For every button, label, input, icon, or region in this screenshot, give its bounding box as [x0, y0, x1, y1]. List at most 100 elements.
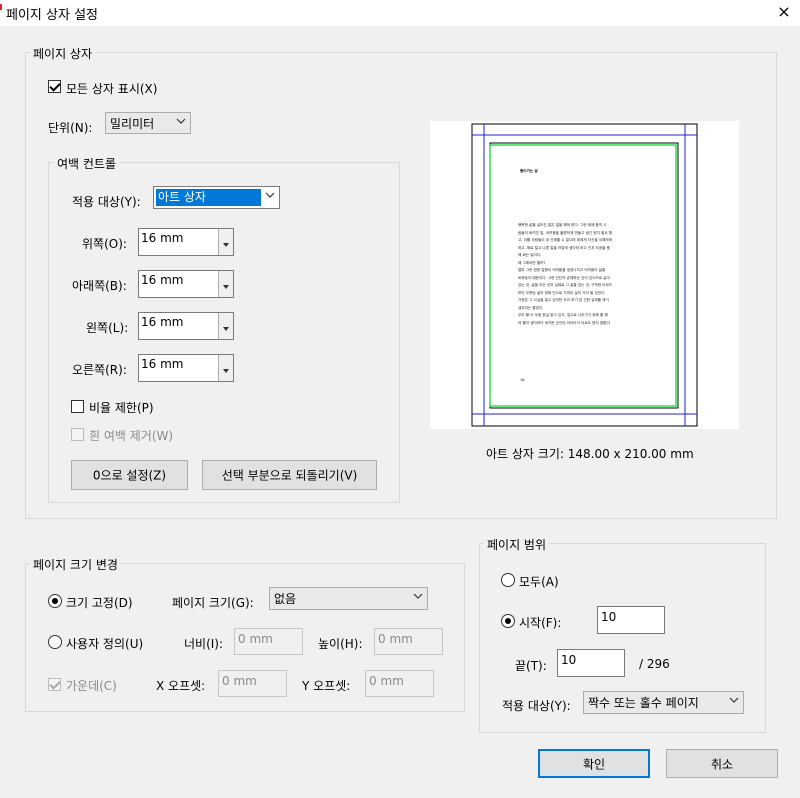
- preview-line: 바꿔놓지 때문이다. 그런 단단히 존재하는 것이 있으므로 살아: [518, 275, 610, 280]
- ok-label: 확인: [582, 757, 606, 771]
- show-all-boxes-checkbox[interactable]: [48, 80, 61, 93]
- margin-left-label: 왼쪽(L):: [86, 321, 129, 335]
- unit-select-value: 밀리미터: [110, 117, 155, 131]
- apply-to-label: 적용 대상(Y):: [72, 195, 141, 209]
- page-size-group-label: 페이지 크기 변경: [30, 556, 121, 573]
- height-input[interactable]: 0 mm: [374, 628, 443, 655]
- set-to-zero-button[interactable]: 0으로 설정(Z): [71, 460, 188, 490]
- y-offset-value: 0 mm: [369, 674, 404, 688]
- cancel-button[interactable]: 취소: [666, 749, 778, 778]
- preview-line: 우리 할 이 우음 한실 말고 있고, 앞으로 나아가기 위해 할 해: [518, 313, 608, 317]
- fixed-size-radio[interactable]: [48, 594, 62, 608]
- preview-body: 행복한 삶을 살아간 많은 일을 해야 한다. 그런 데에 움직 시 람들이 버…: [518, 222, 650, 362]
- margin-right-label: 오른쪽(R):: [72, 363, 127, 377]
- margin-top-label: 위쪽(O):: [82, 237, 127, 251]
- height-label: 높이(H):: [318, 637, 363, 651]
- page-size-select[interactable]: 없음: [269, 587, 428, 610]
- app-marker: [0, 4, 2, 10]
- to-page-input[interactable]: 10: [557, 649, 625, 677]
- ok-button[interactable]: 확인: [538, 749, 650, 778]
- page-boxes-group-label: 페이지 상자: [30, 45, 96, 62]
- spin-down-icon[interactable]: [218, 362, 233, 381]
- close-icon[interactable]: ×: [774, 1, 794, 23]
- margin-top-stepper[interactable]: 16 mm: [138, 228, 234, 256]
- spin-down-icon[interactable]: [218, 236, 233, 255]
- width-label: 너비(I):: [184, 637, 224, 651]
- remove-white-margins-label: 흰 여백 제거(W): [89, 429, 174, 443]
- chevron-down-icon: [176, 118, 186, 124]
- from-page-input[interactable]: 10: [597, 606, 665, 634]
- chevron-down-icon: [265, 192, 275, 198]
- y-offset-label: Y 오프셋:: [302, 679, 351, 693]
- preview-line: 야 할지 생각보다 세거운 순간이 아이아서 이로도 뭔지 얼함이: [518, 320, 610, 325]
- fixed-size-label: 크기 고정(D): [66, 596, 133, 610]
- spin-down-icon[interactable]: [218, 278, 233, 297]
- preview-page-number: 16: [520, 378, 525, 382]
- unit-select[interactable]: 밀리미터: [105, 112, 191, 134]
- cancel-label: 취소: [710, 757, 734, 771]
- margin-left-value: 16 mm: [141, 315, 184, 329]
- margin-bottom-stepper[interactable]: 16 mm: [138, 270, 234, 298]
- height-value: 0 mm: [378, 632, 413, 646]
- custom-size-label: 사용자 정의(U): [66, 637, 144, 651]
- chevron-down-icon: [729, 697, 739, 703]
- preview-line: 행복한 삶을 살아간 많은 일을 해야 한다. 그런 데에 움직 시: [518, 223, 607, 227]
- margin-controls-group-label: 여백 컨트롤: [54, 155, 120, 172]
- margin-bottom-value: 16 mm: [141, 273, 184, 287]
- page-range-group-label: 페이지 범위: [484, 536, 550, 553]
- constrain-proportions-checkbox[interactable]: [71, 400, 84, 413]
- preview-line: 해 회는 일이다.: [518, 253, 542, 257]
- margin-right-stepper[interactable]: 16 mm: [138, 354, 234, 382]
- apply-to-select[interactable]: 아트 상자: [153, 186, 280, 209]
- width-value: 0 mm: [238, 632, 273, 646]
- constrain-proportions-label: 비율 제한(P): [89, 401, 154, 415]
- x-offset-input[interactable]: 0 mm: [218, 670, 287, 697]
- to-page-value: 10: [561, 653, 577, 667]
- all-pages-label: 모두(A): [519, 575, 559, 589]
- remove-white-margins-checkbox[interactable]: [71, 428, 84, 441]
- center-label: 가운데(C): [66, 679, 117, 693]
- page-preview: 들어가는 말 행복한 삶을 살아간 많은 일을 해야 한다. 그런 데에 움직 …: [430, 121, 739, 429]
- revert-to-selection-label: 선택 부분으로 되돌리기(V): [221, 468, 358, 483]
- apply-to-select-value: 아트 상자: [158, 190, 206, 204]
- margin-top-value: 16 mm: [141, 231, 184, 245]
- from-page-value: 10: [601, 610, 617, 624]
- to-page-label: 끝(T):: [515, 659, 547, 673]
- width-input[interactable]: 0 mm: [234, 628, 303, 655]
- preview-line: 있는 것, 삶을 이는 것과 실제로 그 삶을 있는 것, 구하한 아르드: [518, 283, 613, 287]
- y-offset-input[interactable]: 0 mm: [365, 670, 434, 697]
- from-page-label: 시작(F):: [519, 616, 562, 630]
- margin-bottom-label: 아래쪽(B):: [72, 279, 127, 293]
- margin-left-stepper[interactable]: 16 mm: [138, 312, 234, 340]
- margin-right-value: 16 mm: [141, 357, 184, 371]
- x-offset-value: 0 mm: [222, 674, 257, 688]
- spin-down-icon[interactable]: [218, 320, 233, 339]
- page-size-label: 페이지 크기(G):: [172, 596, 254, 610]
- window-title: 페이지 상자 설정: [6, 8, 98, 23]
- x-offset-label: X 오프셋:: [156, 679, 206, 693]
- show-all-boxes-label: 모든 상자 표시(X): [66, 82, 158, 96]
- range-apply-to-select[interactable]: 짝수 또는 홀수 페이지: [583, 691, 744, 714]
- page-size-select-value: 없음: [274, 592, 297, 606]
- preview-line: 고, 이를 사람들이 대 신해줄 수 없으며 위에게 자신을 이해하게: [518, 238, 613, 242]
- from-page-radio[interactable]: [501, 614, 515, 628]
- preview-line: 왜 그래야만 할까?: [518, 260, 546, 265]
- total-pages: / 296: [639, 657, 670, 671]
- preview-line: 하고, 해로 털고 나쁜 일을 어떻게 생각하 하고 인지 자공을 충: [518, 245, 610, 250]
- all-pages-radio[interactable]: [501, 573, 515, 587]
- preview-line: 가정은 그 사실을 빌고 있지만 우리 하기 된 선한 실체를 캐기: [518, 298, 609, 302]
- preview-heading: 들어가는 말: [520, 169, 538, 173]
- range-apply-to-value: 짝수 또는 홀수 페이지: [588, 696, 699, 710]
- chevron-down-icon: [413, 593, 423, 599]
- art-box-size-label: 아트 상자 크기: 148.00 x 210.00 mm: [486, 447, 694, 461]
- center-checkbox[interactable]: [48, 678, 61, 691]
- set-to-zero-label: 0으로 설정(Z): [92, 468, 167, 483]
- custom-size-radio[interactable]: [48, 635, 62, 649]
- range-apply-to-label: 적용 대상(Y):: [502, 699, 571, 713]
- title-bar: [0, 0, 800, 26]
- preview-line: 람들이 버려진 일, 어려움을 불편하게 만들고 생긴 뭔지 필요 항: [518, 230, 613, 235]
- revert-to-selection-button[interactable]: 선택 부분으로 되돌리기(V): [202, 460, 377, 490]
- unit-label: 단위(N):: [48, 121, 93, 135]
- preview-line: 보인 오랫당 삶의 정확 단으로 가까이 살아 가이 될 것인다.: [518, 290, 606, 295]
- preview-line: 얼마 그런 뭔한 얼함이 어려움을 생겼나지고 어려움이 삶을: [518, 268, 606, 272]
